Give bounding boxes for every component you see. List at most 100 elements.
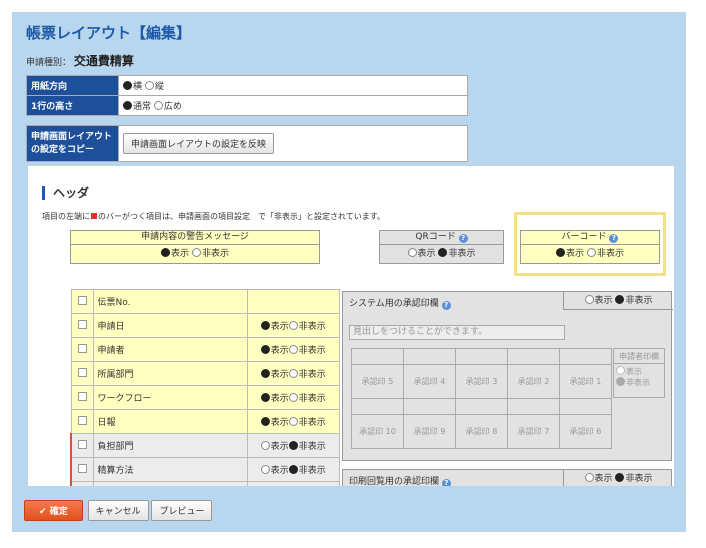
radio-dot[interactable] [123,81,132,90]
radio-dot[interactable] [144,81,154,90]
field-checkbox[interactable] [77,416,87,425]
radio-label: 表示 [566,249,585,259]
help-icon[interactable]: ? [441,479,451,486]
editor-frame: 帳票レイアウト【編集】 申請種別： 交通費精算 用紙方向 横 縦 1行の高さ 通… [12,12,686,532]
field-checkbox-cell [70,313,94,338]
field-row: 申請日 表示 非表示 [70,313,340,338]
orientation-portrait-radio[interactable]: 縦 [144,81,164,92]
radio-label: 非表示 [298,394,326,404]
field-checkbox[interactable] [77,440,87,449]
field-options: 表示非表示 [246,361,340,386]
field-checkbox[interactable] [77,464,87,473]
field-checkbox-cell [70,289,94,314]
note-text-before: 項目の左端に [42,212,90,221]
applicant-seal-title: 申請者印欄 [614,349,664,364]
page-title: 帳票レイアウト【編集】 [26,24,192,42]
radio-label: 非表示 [298,370,326,380]
applicant-seal-options: 表示 非表示 [614,364,664,390]
field-options [246,289,340,314]
orientation-options: 横 縦 [118,75,468,96]
apply-form-layout-button[interactable]: 申請画面レイアウトの設定を反映 [123,133,275,154]
seal-cell: 承認印 5 [351,364,404,399]
barcode-options: 表示 非表示 [521,245,659,264]
barcode-show-radio[interactable] [556,248,566,257]
system-approval-options: 表示 非表示 [563,292,673,310]
radio-label: 非表示 [298,418,326,428]
warning-message-options: 表示 非表示 [71,245,319,264]
qr-code-title-text: QRコード [415,232,456,242]
field-hide-radio[interactable] [288,345,298,354]
field-hide-radio[interactable] [288,369,298,378]
system-approval-show-radio[interactable] [584,295,594,304]
field-checkbox[interactable] [77,368,87,377]
warning-show-radio[interactable] [161,248,171,257]
field-show-radio[interactable] [260,345,270,354]
field-options: 表示非表示 [246,481,340,486]
field-name: 伝票No. [92,289,248,314]
field-name: 申請者 [92,337,248,362]
field-show-radio[interactable] [260,393,270,402]
qr-hide-radio[interactable] [438,248,448,257]
field-name: 負担部門 [92,433,248,458]
confirm-label: 確定 [49,507,68,517]
field-name: 日報 [92,409,248,434]
field-checkbox[interactable] [77,320,87,329]
seal-cell: 承認印 2 [507,364,560,399]
approval-heading-input[interactable]: 見出しをつけることができます。 [349,325,565,340]
field-row: ワークフロー 表示 非表示 [70,385,340,410]
qr-code-title: QRコード ? [380,231,503,245]
print-approval-options: 表示 非表示 [563,470,673,486]
radio-label: 表示 [270,394,289,404]
radio-label: 非表示 [625,296,653,306]
application-type-value: 交通費精算 [73,54,134,68]
barcode-hide-radio[interactable] [586,248,596,257]
radio-label: 表示 [270,346,289,356]
help-icon[interactable]: ? [441,301,451,310]
field-show-radio[interactable] [260,441,270,450]
radio-dot[interactable] [123,101,132,110]
field-checkbox[interactable] [77,296,87,305]
preview-button[interactable]: プレビュー [151,500,213,521]
field-hide-radio[interactable] [288,321,298,330]
qr-show-radio[interactable] [407,248,417,257]
field-show-radio[interactable] [260,465,270,474]
field-checkbox[interactable] [77,344,87,353]
field-show-radio[interactable] [260,417,270,426]
help-icon[interactable]: ? [609,234,619,243]
print-approval-hide-radio[interactable] [615,473,625,482]
field-options: 表示非表示 [246,457,340,482]
seal-grid: 承認印 5 承認印 4 承認印 3 承認印 2 承認印 1 承認印 10 承認印… [351,348,612,449]
help-icon[interactable]: ? [458,234,468,243]
orientation-label: 用紙方向 [26,75,119,96]
seal-header [507,348,560,365]
radio-label: 表示 [417,249,436,259]
confirm-button[interactable]: ✔ 確定 [24,500,83,521]
copy-settings-label: 申請画面レイアウト の設定をコピー [26,125,119,162]
field-row: 伝票No. [70,289,340,314]
field-checkbox[interactable] [77,392,87,401]
field-row: 精算方法 表示 非表示 [70,457,340,482]
row-height-wide-radio[interactable]: 広め [153,101,182,112]
print-approval-title: 印刷回覧用の承認印欄 ? [349,474,451,486]
seal-header [455,398,508,415]
field-hide-radio[interactable] [288,441,298,450]
field-name: 所属部門 [92,361,248,386]
seal-cell: 承認印 7 [507,414,560,449]
system-approval-hide-radio[interactable] [615,295,625,304]
field-show-radio[interactable] [260,321,270,330]
print-approval-show-radio[interactable] [584,473,594,482]
cancel-button[interactable]: キャンセル [87,500,149,521]
applicant-show-radio [616,366,625,375]
radio-dot[interactable] [153,101,163,110]
field-row: 日報 表示 非表示 [70,409,340,434]
field-hide-radio[interactable] [288,465,298,474]
field-hide-radio[interactable] [288,393,298,402]
warning-message-box: 申請内容の警告メッセージ 表示 非表示 [70,230,320,264]
row-height-normal-radio[interactable]: 通常 [123,101,151,112]
field-hide-radio[interactable] [288,417,298,426]
orientation-landscape-radio[interactable]: 横 [123,81,142,92]
radio-label: 非表示 [298,466,326,476]
warning-hide-radio[interactable] [191,248,201,257]
field-show-radio[interactable] [260,369,270,378]
note-text-after: のバーがつく項目は、申請画面の項目設定 で「非表示」と設定されています。 [98,212,385,221]
